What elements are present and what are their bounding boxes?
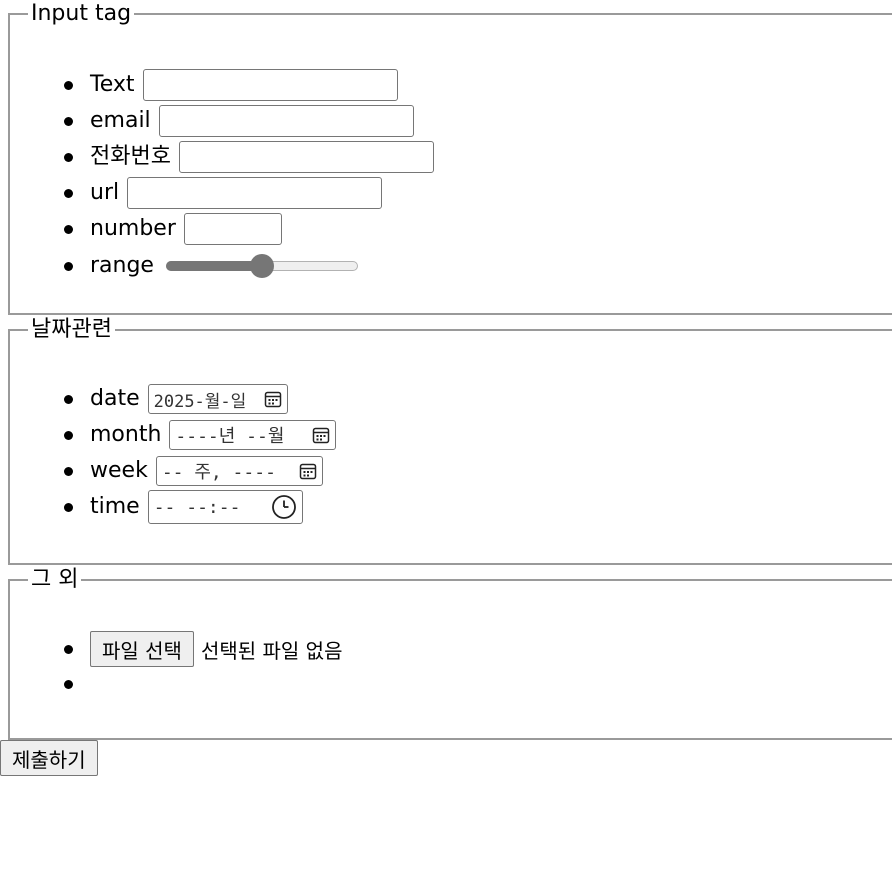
list-item-range: range xyxy=(64,247,434,285)
range-fill xyxy=(165,261,262,271)
list-item-time: time -- --:-- xyxy=(64,489,336,525)
text-input[interactable] xyxy=(142,69,398,101)
input-list: Text email 전화번호 url number range xyxy=(64,67,434,285)
week-value: -- 주, ---- xyxy=(161,462,276,483)
file-status-text: 선택된 파일 없음 xyxy=(200,638,343,663)
list-item-date: date 2025-월-일 xyxy=(64,381,336,417)
email-label: email xyxy=(90,108,151,133)
submit-button[interactable]: 제출하기 xyxy=(0,740,98,776)
clock-icon[interactable] xyxy=(271,494,297,520)
time-label: time xyxy=(90,494,140,519)
range-slider[interactable] xyxy=(165,254,360,278)
fieldset-date: 날짜관련 date 2025-월-일 month ----년 --월 week xyxy=(8,318,892,565)
url-label: url xyxy=(90,180,120,205)
week-label: week xyxy=(90,458,148,483)
calendar-icon[interactable] xyxy=(312,426,330,444)
time-value: -- --:-- xyxy=(153,496,241,518)
text-label: Text xyxy=(90,72,135,97)
fieldset-input-tag: Input tag Text email 전화번호 url number ran… xyxy=(8,2,892,315)
time-input[interactable]: -- --:-- xyxy=(147,490,303,524)
date-label: date xyxy=(90,386,140,411)
list-item-month: month ----년 --월 xyxy=(64,417,337,453)
month-value: ----년 --월 xyxy=(175,426,285,447)
number-input[interactable] xyxy=(183,213,282,245)
month-label: month xyxy=(90,422,162,447)
number-label: number xyxy=(90,216,176,241)
fieldset-legend: Input tag xyxy=(28,2,135,26)
date-value: 2025-월-일 xyxy=(153,391,247,412)
date-input[interactable]: 2025-월-일 xyxy=(147,384,288,414)
calendar-icon[interactable] xyxy=(299,462,317,480)
phone-input[interactable] xyxy=(178,141,434,173)
range-thumb[interactable] xyxy=(249,254,274,278)
date-list: date 2025-월-일 month ----년 --월 week -- 주,… xyxy=(64,381,337,525)
list-item-week: week -- 주, ---- xyxy=(64,453,336,489)
fieldset-legend: 그 외 xyxy=(28,568,82,592)
month-input[interactable]: ----년 --월 xyxy=(169,420,337,450)
list-item-text: Text xyxy=(64,67,434,103)
calendar-icon[interactable] xyxy=(264,390,282,408)
fieldset-legend: 날짜관련 xyxy=(28,318,115,342)
list-item-email: email xyxy=(64,103,434,139)
file-select-button[interactable]: 파일 선택 xyxy=(90,631,194,667)
email-input[interactable] xyxy=(158,105,414,137)
fieldset-etc: 그 외 파일 선택 선택된 파일 없음 xyxy=(8,568,892,740)
list-item-number: number xyxy=(64,211,434,247)
range-label: range xyxy=(90,253,154,278)
phone-label: 전화번호 xyxy=(90,144,171,169)
url-input[interactable] xyxy=(127,177,383,209)
week-input[interactable]: -- 주, ---- xyxy=(155,456,323,486)
list-item-phone: 전화번호 xyxy=(64,139,434,175)
list-item-url: url xyxy=(64,175,434,211)
etc-list: 파일 선택 선택된 파일 없음 xyxy=(64,629,342,699)
list-item-empty xyxy=(64,669,342,699)
list-item-file: 파일 선택 선택된 파일 없음 xyxy=(64,629,342,669)
